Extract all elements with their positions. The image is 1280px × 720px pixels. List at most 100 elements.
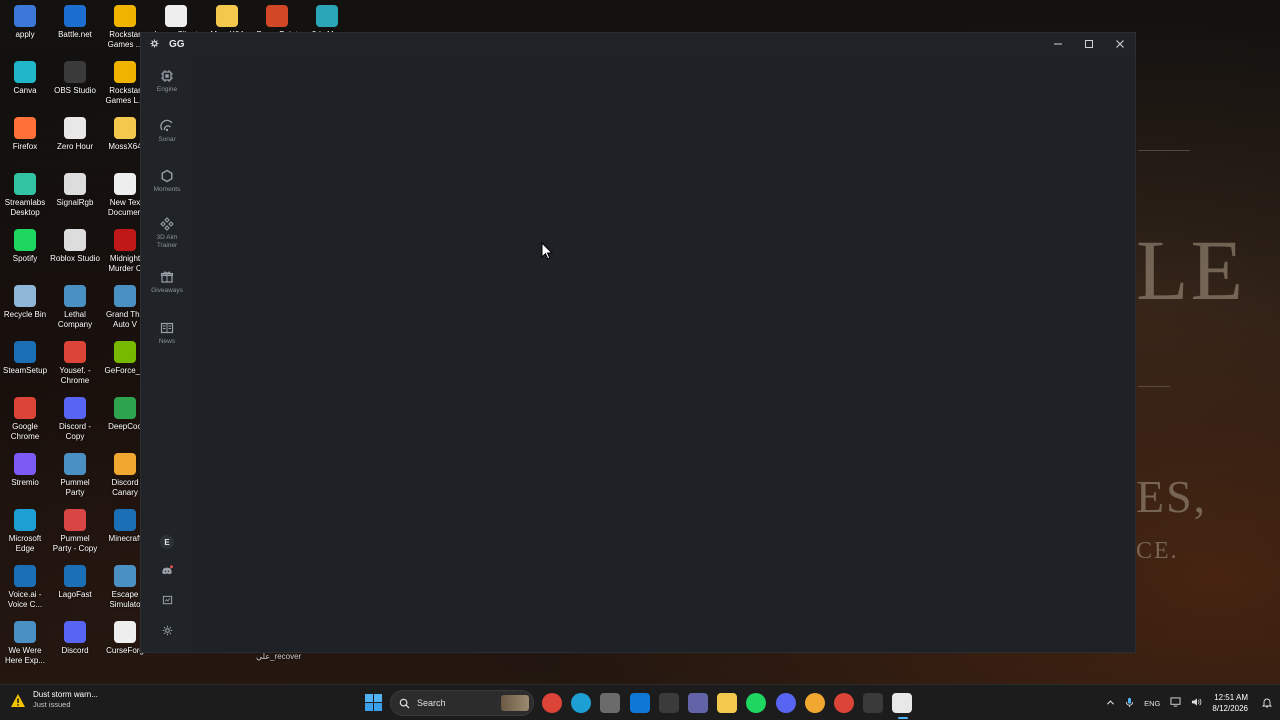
desktop-icon[interactable]: We Were Here Exp... (0, 621, 50, 666)
obs-icon[interactable] (863, 693, 884, 713)
edge-icon[interactable] (571, 693, 592, 713)
weather-notification[interactable]: Dust storm warn... Just issued (10, 690, 98, 710)
desktop-icon[interactable]: Voice.ai - Voice C... (0, 565, 50, 610)
desktop-icon-label: SignalRgb (56, 198, 94, 207)
desktop-icon[interactable]: LagoFast (50, 565, 100, 600)
feedback-button[interactable] (141, 595, 193, 606)
app-icon (114, 173, 136, 195)
app-title: GG (169, 38, 185, 50)
steelseries-gear-icon (150, 38, 159, 50)
outlook-icon[interactable] (629, 693, 650, 713)
desktop-icon[interactable]: OBS Studio (50, 61, 100, 96)
notification-bell-icon[interactable] (1261, 697, 1273, 710)
discord-notify-button[interactable] (141, 565, 193, 577)
volume-icon[interactable] (1191, 697, 1202, 709)
store-icon[interactable] (600, 693, 621, 713)
nav-label-engine: Engine (156, 86, 178, 93)
app-icon (114, 229, 136, 251)
desktop-icon[interactable]: Discord (50, 621, 100, 656)
desktop-icon[interactable]: Firefox (0, 117, 50, 152)
nav-item-news[interactable]: News (141, 321, 193, 346)
minimize-button[interactable] (1042, 33, 1073, 55)
steelseries-gg-window: GG Engine Sonar Moments 3D Aim Trainer G… (140, 32, 1136, 653)
desktop-icon[interactable]: Microsoft Edge (0, 509, 50, 554)
chrome-alt-icon[interactable] (834, 693, 854, 713)
desktop-icon-label: Google Chrome (10, 422, 40, 441)
taskbar-search[interactable]: Search (390, 690, 534, 716)
nav-item-aim-trainer[interactable]: 3D Aim Trainer (141, 217, 193, 250)
desktop-icon-label: Canva (13, 86, 37, 95)
desktop-icon[interactable]: SignalRgb (50, 173, 100, 208)
nav-item-sonar[interactable]: Sonar (141, 119, 193, 144)
app-icon (64, 173, 86, 195)
title-bar[interactable]: GG (141, 33, 1135, 55)
desktop-icon-label: Recycle Bin (3, 310, 47, 319)
desktop-icon[interactable]: Canva (0, 61, 50, 96)
taskbar: Dust storm warn... Just issued Search EN… (0, 684, 1280, 720)
app-icon (114, 341, 136, 363)
close-button[interactable] (1104, 33, 1135, 55)
desktop-icon[interactable]: Pummel Party (50, 453, 100, 498)
app-icon (64, 117, 86, 139)
nav-item-giveaways[interactable]: Giveaways (141, 270, 193, 295)
desktop-icon[interactable]: Yousef. - Chrome (50, 341, 100, 386)
windows-start-icon[interactable] (365, 694, 382, 711)
desktop-icon[interactable]: PowerPoint (252, 5, 302, 32)
desktop-icon[interactable]: MossX64 (202, 5, 252, 32)
search-highlight-icon (501, 695, 529, 711)
desktop-icon[interactable]: Roblox Studio (50, 229, 100, 264)
desktop-icon-label[interactable]: علي_recover (256, 652, 301, 661)
desktop-icon[interactable]: 3ds Max 2027 (302, 5, 352, 32)
gift-icon (160, 271, 174, 283)
main-content-area[interactable] (193, 55, 1135, 652)
app-icon (14, 285, 36, 307)
active-app-indicator (898, 717, 909, 719)
discord-canary-icon[interactable] (804, 693, 825, 713)
search-placeholder: Search (417, 698, 446, 708)
hexagon-icon (161, 169, 173, 183)
explorer-icon[interactable] (717, 693, 738, 713)
desktop-icon[interactable]: apply (0, 5, 50, 40)
nav-label-sonar: Sonar (158, 136, 176, 143)
desktop-icon[interactable]: Google Chrome (0, 397, 50, 442)
desktop-icon[interactable]: Lunar Client (151, 5, 201, 32)
app-icon (14, 117, 36, 139)
chrome-icon[interactable] (542, 693, 562, 713)
desktop-icon-label: Firefox (12, 142, 38, 151)
desktop-icon[interactable]: Discord - Copy (50, 397, 100, 442)
wallpaper-text-mid: ES, (1136, 471, 1208, 522)
app-icon (14, 173, 36, 195)
network-icon[interactable] (1170, 697, 1181, 709)
desktop-icon[interactable]: Recycle Bin (0, 285, 50, 320)
app-icon (64, 397, 86, 419)
nav-item-engine[interactable]: Engine (141, 69, 193, 94)
desktop-icon[interactable]: Spotify (0, 229, 50, 264)
nav-item-moments[interactable]: Moments (141, 169, 193, 194)
teams-icon[interactable] (688, 693, 708, 713)
account-button[interactable]: E (141, 535, 193, 549)
steelseries-icon[interactable] (892, 693, 913, 713)
desktop-icon[interactable]: Stremio (0, 453, 50, 488)
settings-button[interactable] (141, 625, 193, 636)
desktop-icon[interactable]: Pummel Party - Copy (50, 509, 100, 554)
spotify-icon[interactable] (746, 693, 767, 713)
discord-icon[interactable] (775, 693, 796, 713)
taskbar-clock[interactable]: 12:51 AM 8/12/2026 (1212, 692, 1248, 714)
maximize-button[interactable] (1073, 33, 1104, 55)
microphone-icon[interactable] (1125, 697, 1134, 710)
system-tray: ENG 12:51 AM 8/12/2026 (1106, 685, 1280, 720)
app-icon (14, 509, 36, 531)
desktop-icon-label: Lethal Company (57, 310, 93, 329)
chevron-up-icon[interactable] (1106, 698, 1115, 709)
desktop-icon-label: Pummel Party - Copy (52, 534, 98, 553)
desktop-icon-label: Streamlabs Desktop (4, 198, 46, 217)
steam-icon[interactable] (658, 693, 679, 713)
desktop-icon[interactable]: Battle.net (50, 5, 100, 40)
desktop-icon[interactable]: Zero Hour (50, 117, 100, 152)
language-indicator[interactable]: ENG (1144, 699, 1160, 708)
app-icon (64, 621, 86, 643)
desktop-icon[interactable]: Lethal Company (50, 285, 100, 330)
desktop-icon[interactable]: SteamSetup (0, 341, 50, 376)
desktop-icon[interactable]: Streamlabs Desktop (0, 173, 50, 218)
desktop-icon-label: Yousef. - Chrome (59, 366, 91, 385)
